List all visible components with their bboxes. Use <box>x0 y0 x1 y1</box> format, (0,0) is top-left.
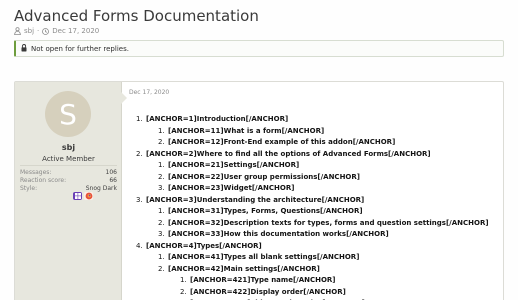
list-item: 3. [ANCHOR=3]Understanding the architectu… <box>136 195 364 205</box>
list-marker: 2. <box>136 149 143 158</box>
list-item: 1. [ANCHOR=41]Types all blank settings[/A… <box>158 252 359 262</box>
windows-icon <box>73 192 82 200</box>
list-item: 1. [ANCHOR=31]Types, Forms, Questions[/AN… <box>158 206 363 216</box>
list-item-text: [ANCHOR=22]User group permissions[/ANCHO… <box>168 172 360 181</box>
list-item-text: [ANCHOR=31]Types, Forms, Questions[/ANCH… <box>168 207 363 215</box>
list-item: 1. [ANCHOR=421]Type name[/ANCHOR] <box>180 275 336 285</box>
list-item: 3. [ANCHOR=23]Widget[/ANCHOR] <box>158 183 294 193</box>
list-marker: 2. <box>180 287 187 296</box>
list-item-text: [ANCHOR=2]Where to find all the options … <box>146 149 431 158</box>
stat-messages: Messages: 106 <box>20 169 117 177</box>
list-marker: 2. <box>158 218 165 227</box>
list-marker: 3. <box>136 195 143 204</box>
list-item-text: [ANCHOR=4]Types[/ANCHOR] <box>146 241 262 250</box>
list-item-text: [ANCHOR=3]Understanding the architecture… <box>146 195 365 204</box>
stat-value: 66 <box>109 177 117 184</box>
list-marker: 2. <box>158 172 165 181</box>
thread-author-link[interactable]: sbj <box>24 27 34 35</box>
list-marker: 1. <box>158 253 165 261</box>
list-item: 2. [ANCHOR=32]Description texts for types… <box>158 218 489 228</box>
list-item: 2. [ANCHOR=2]Where to find all the option… <box>136 149 431 159</box>
list-item: 4. [ANCHOR=4]Types[/ANCHOR] <box>136 241 262 251</box>
stat-label: Reaction score: <box>20 177 67 184</box>
meta-separator: · <box>37 27 40 35</box>
list-item-text: [ANCHOR=422]Display order[/ANCHOR] <box>190 287 346 296</box>
page-header-cutoff <box>14 0 504 2</box>
list-item: 1. [ANCHOR=11]What is a form[/ANCHOR] <box>158 126 324 136</box>
list-item-text: [ANCHOR=32]Description texts for types, … <box>168 218 489 227</box>
list-marker: 1. <box>180 276 187 284</box>
firefox-icon <box>84 192 93 200</box>
list-marker: 2. <box>158 138 165 146</box>
list-item: 1. [ANCHOR=1]Introduction[/ANCHOR] <box>136 114 288 124</box>
clock-icon <box>42 27 50 35</box>
list-item: 2. [ANCHOR=22]User group permissions[/ANC… <box>158 172 360 182</box>
list-item-text: [ANCHOR=12]Front-End example of this add… <box>168 138 396 146</box>
list-marker: 1. <box>158 161 165 169</box>
list-marker: 3. <box>158 184 165 192</box>
stat-value: 106 <box>105 169 117 176</box>
list-marker: 2. <box>158 264 165 273</box>
thread-date-link[interactable]: Dec 17, 2020 <box>52 27 99 35</box>
list-item-text: [ANCHOR=1]Introduction[/ANCHOR] <box>146 115 289 123</box>
list-item-text: [ANCHOR=21]Settings[/ANCHOR] <box>168 161 300 169</box>
list-item-text: [ANCHOR=33]How this documentation works[… <box>168 230 389 238</box>
list-item: 2. [ANCHOR=12]Front-End example of this a… <box>158 137 395 147</box>
list-marker: 4. <box>136 241 143 250</box>
list-item-text: [ANCHOR=23]Widget[/ANCHOR] <box>168 184 295 192</box>
list-item: 2. [ANCHOR=42]Main settings[/ANCHOR] <box>158 264 320 274</box>
list-item-text: [ANCHOR=11]What is a form[/ANCHOR] <box>168 126 325 135</box>
notice-text: Not open for further replies. <box>31 44 129 53</box>
post-message: S sbj Active Member Messages: 106 Reacti… <box>14 81 504 300</box>
user-stats: Messages: 106 Reaction score: 66 Style: … <box>20 165 117 193</box>
page-title: Advanced Forms Documentation <box>14 7 259 25</box>
list-marker: 1. <box>136 115 143 123</box>
avatar[interactable]: S <box>45 91 91 137</box>
post-user-column: S sbj Active Member Messages: 106 Reacti… <box>15 82 122 300</box>
user-title: Active Member <box>42 155 95 163</box>
user-column-arrow <box>121 92 127 104</box>
list-item-text: [ANCHOR=42]Main settings[/ANCHOR] <box>168 264 320 273</box>
list-marker: 1. <box>158 126 165 135</box>
lock-icon <box>21 43 27 54</box>
thread-closed-notice: Not open for further replies. <box>14 40 504 57</box>
stat-reaction-score: Reaction score: 66 <box>20 177 117 185</box>
list-item: 2. [ANCHOR=422]Display order[/ANCHOR] <box>180 287 346 297</box>
list-item: 1. [ANCHOR=21]Settings[/ANCHOR] <box>158 160 299 170</box>
post-date[interactable]: Dec 17, 2020 <box>129 89 169 96</box>
list-marker: 3. <box>158 230 165 238</box>
list-item-text: [ANCHOR=421]Type name[/ANCHOR] <box>190 276 336 284</box>
post-username[interactable]: sbj <box>15 143 122 152</box>
stat-label: Style: <box>20 185 38 192</box>
thread-meta: sbj · Dec 17, 2020 <box>14 27 99 35</box>
user-badges <box>73 192 93 200</box>
list-marker: 1. <box>158 207 165 215</box>
stat-style: Style: Snog Dark <box>20 185 117 193</box>
stat-label: Messages: <box>20 169 52 176</box>
list-item-text: [ANCHOR=41]Types all blank settings[/ANC… <box>168 253 360 261</box>
user-icon <box>14 27 21 35</box>
list-item: 3. [ANCHOR=33]How this documentation work… <box>158 229 389 239</box>
